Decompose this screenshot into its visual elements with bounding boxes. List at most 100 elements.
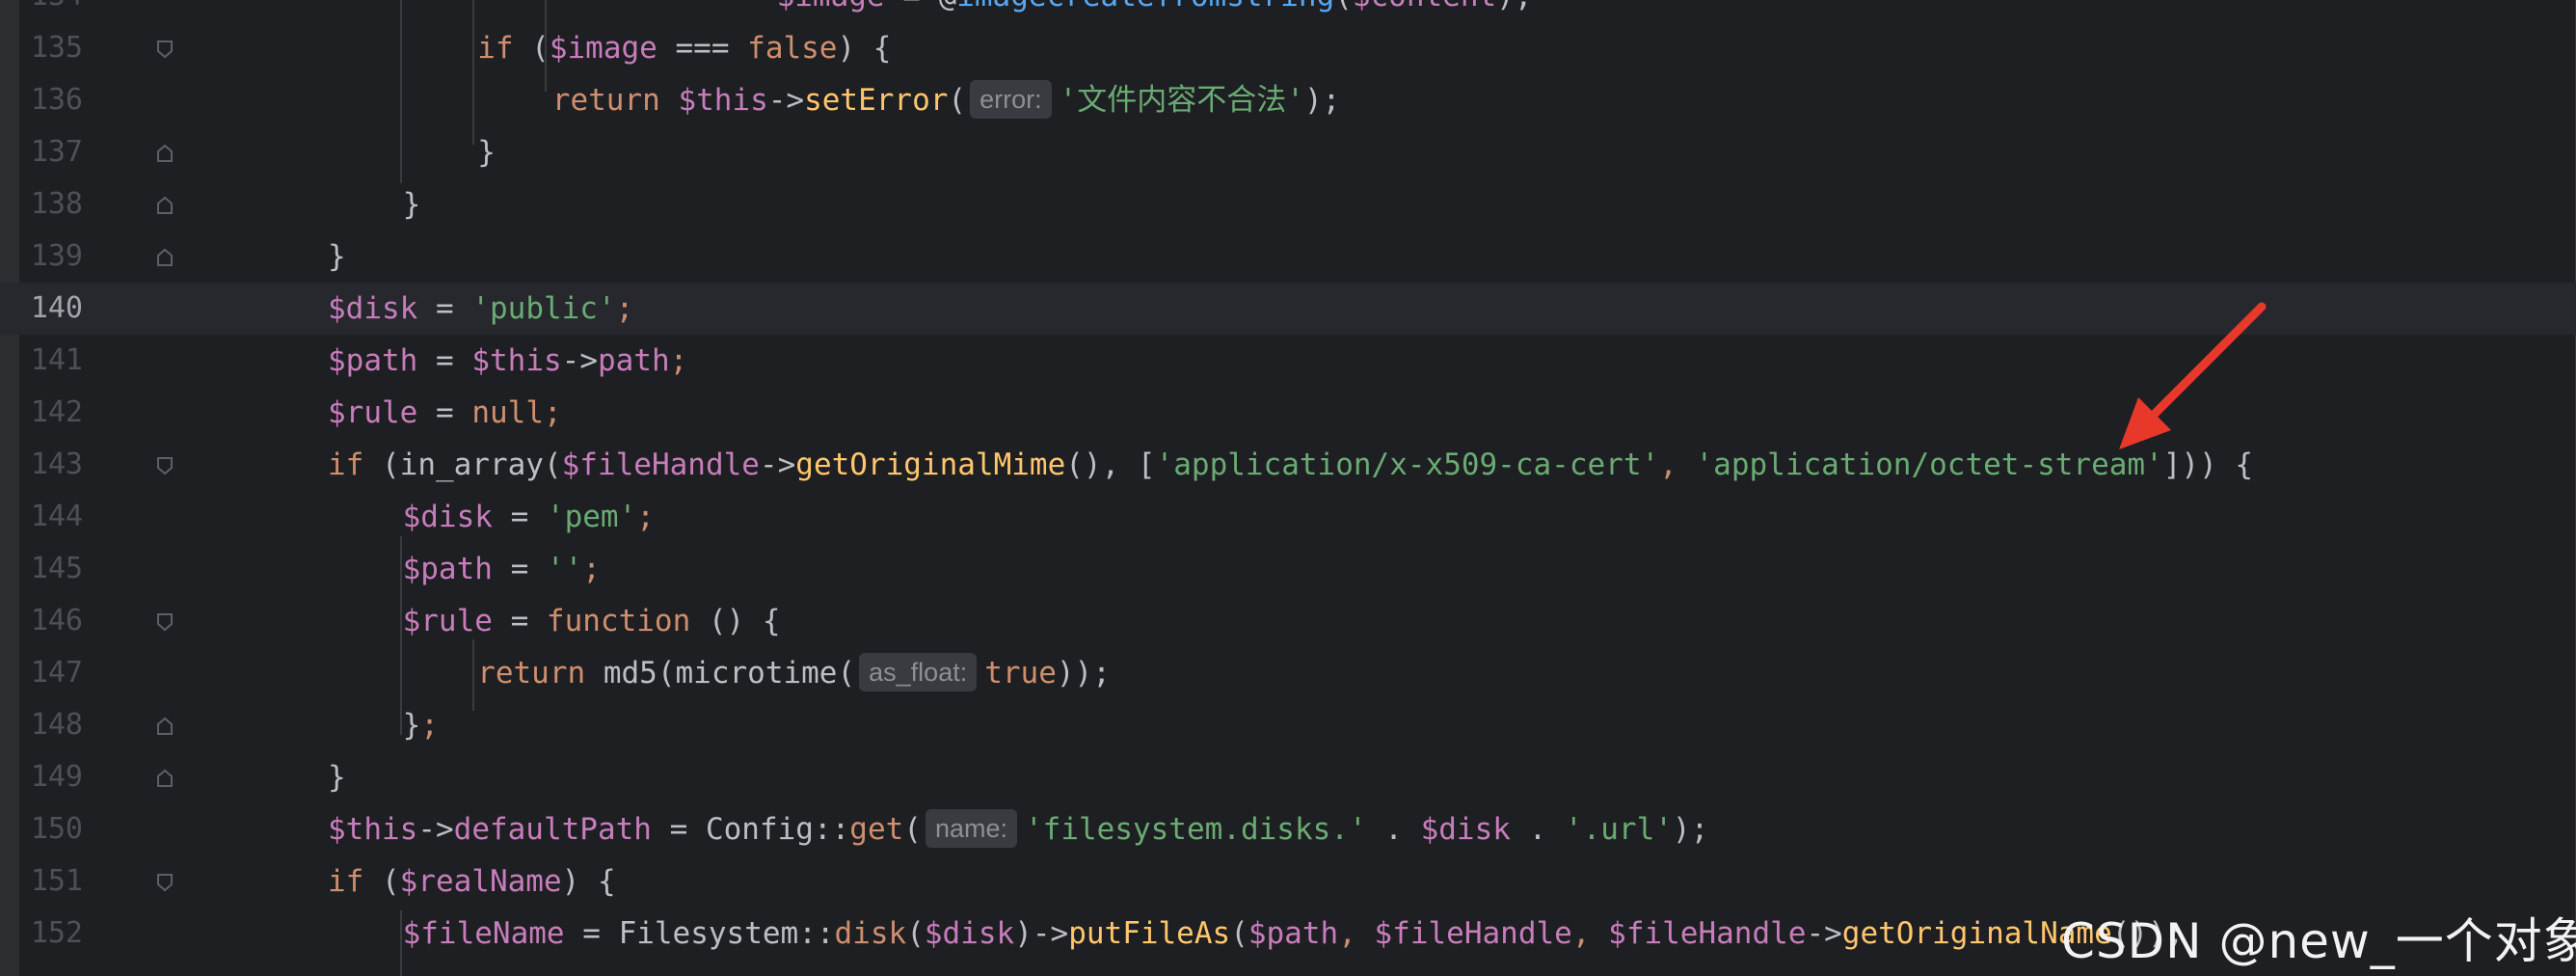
line-number: 146 [30, 604, 83, 637]
code-line[interactable]: 150 $this->defaultPath = Config::get(name… [0, 803, 2576, 855]
code-line[interactable]: 148}; [0, 699, 2576, 751]
code-token: } [328, 239, 346, 274]
code-token: = [492, 500, 547, 534]
code-line[interactable]: 149} [0, 751, 2576, 803]
indent-guide [400, 536, 402, 735]
code-token: ); [1496, 0, 1532, 14]
fold-collapse-icon[interactable] [156, 40, 174, 59]
line-number: 149 [30, 760, 83, 794]
code-line[interactable]: 138} [0, 178, 2576, 230]
line-number: 137 [30, 135, 83, 169]
code-text: $fileName = Filesystem::disk($disk)->put… [403, 908, 2185, 960]
code-token: -> [561, 343, 598, 378]
code-token: $this [678, 83, 768, 118]
code-line[interactable]: 144 $disk = 'pem'; [0, 491, 2576, 543]
code-line[interactable]: 134 $image = @imagecreatefromstring($cont… [0, 0, 2576, 22]
code-line[interactable]: 136 return $this->setError(error: '文件内容不合法… [0, 74, 2576, 126]
line-number: 142 [30, 395, 83, 429]
code-token: ; [582, 552, 601, 586]
code-token: $rule [402, 604, 493, 638]
indent-guide [472, 0, 474, 145]
code-token: ( [906, 916, 925, 951]
code-token: ; [636, 500, 655, 534]
line-number: 151 [30, 864, 83, 898]
code-text: }; [403, 699, 439, 751]
line-number: 134 [19, 0, 83, 22]
fold-end-icon[interactable] [156, 196, 174, 215]
code-line[interactable]: 151 if ($realName) { [0, 855, 2576, 908]
code-token: () { [690, 604, 781, 638]
code-token: 'application/x-x509-ca-cert' [1155, 447, 1660, 482]
code-text: if ($image === false) { [477, 22, 891, 74]
fold-collapse-icon[interactable] [156, 873, 174, 892]
parameter-hint: error: [970, 80, 1052, 119]
line-number: 147 [30, 656, 83, 690]
code-token: , [1338, 916, 1375, 951]
code-token: -> [417, 812, 454, 847]
code-token: $image [777, 0, 885, 14]
code-token: = [492, 604, 547, 638]
indent-guide [400, 0, 402, 183]
code-token: 'filesystem.disks.' [1025, 812, 1367, 847]
code-token: $path [1248, 916, 1339, 951]
code-token: , [1571, 916, 1609, 951]
watermark: CSDN @new_一个对象 [2061, 913, 2576, 969]
code-text: $rule = function () { [403, 595, 781, 647]
code-line[interactable]: 145 $path = ''; [0, 543, 2576, 595]
parameter-hint: name: [925, 809, 1017, 848]
code-token: '.url' [1564, 812, 1673, 847]
code-text: $path = $this->path; [328, 335, 687, 387]
code-token: getOriginalMime [795, 447, 1066, 482]
code-token: = Filesystem:: [564, 916, 835, 951]
code-token: (), [ [1065, 447, 1156, 482]
fold-end-icon[interactable] [156, 717, 174, 736]
line-number: 140 [30, 291, 83, 325]
code-token: putFileAs [1068, 916, 1231, 951]
code-token: $fileName [402, 916, 565, 951]
code-token: ); [1303, 83, 1341, 118]
code-token: $disk [924, 916, 1015, 951]
code-line[interactable]: 147 return md5(microtime(as_float: true)); [0, 647, 2576, 699]
code-text: $disk = 'public'; [328, 283, 633, 335]
code-token: if [328, 447, 364, 482]
code-token: md5(microtime( [603, 656, 856, 691]
code-token: null [471, 395, 544, 430]
line-number: 148 [30, 708, 83, 742]
code-token: return [477, 656, 604, 691]
code-token: ; [543, 395, 562, 430]
code-token: $disk [402, 500, 493, 534]
code-line[interactable]: 146 $rule = function () { [0, 595, 2576, 647]
line-number: 152 [30, 916, 83, 950]
code-line[interactable]: 135 if ($image === false) { [0, 22, 2576, 74]
code-token: ( [903, 812, 922, 847]
code-token: ; [420, 708, 439, 743]
fold-collapse-icon[interactable] [156, 456, 174, 475]
line-number: 145 [30, 552, 83, 585]
code-token: path [597, 343, 670, 378]
code-line[interactable]: 139} [0, 230, 2576, 283]
code-token: } [402, 187, 421, 222]
code-token: ; [669, 343, 688, 378]
line-number: 143 [30, 447, 83, 481]
code-token: $fileHandle [1374, 916, 1572, 951]
fold-collapse-icon[interactable] [156, 612, 174, 632]
code-token: return [551, 83, 679, 118]
fold-end-icon[interactable] [156, 248, 174, 267]
fold-end-icon[interactable] [156, 144, 174, 163]
code-token: $path [402, 552, 493, 586]
code-token: if [477, 31, 514, 66]
code-token: ( [1334, 0, 1353, 14]
code-token: -> [759, 447, 796, 482]
code-token: = [417, 291, 472, 326]
code-token: ( [1230, 916, 1248, 951]
code-token: ) { [561, 864, 616, 899]
code-token: function [546, 604, 691, 638]
code-token: $this [471, 343, 562, 378]
code-text: } [477, 126, 496, 178]
code-token: , [1659, 447, 1696, 482]
code-line[interactable]: 137} [0, 126, 2576, 178]
code-token: ( [363, 864, 400, 899]
code-text: } [403, 178, 421, 230]
code-text: $path = ''; [403, 543, 601, 595]
fold-end-icon[interactable] [156, 769, 174, 788]
